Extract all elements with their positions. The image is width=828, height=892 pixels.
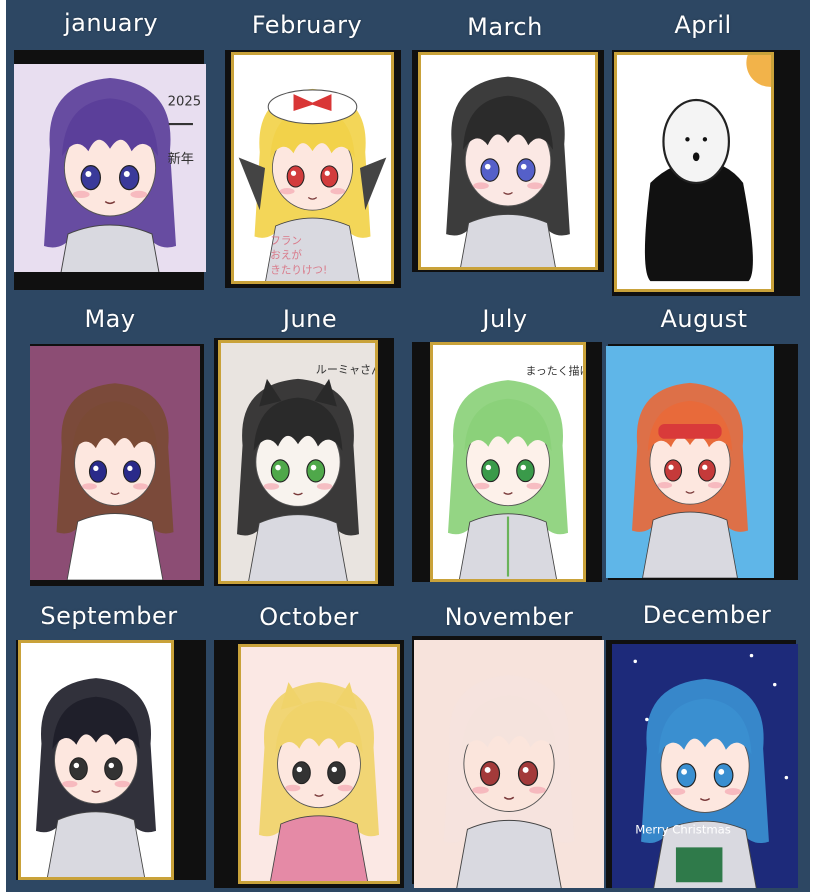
artwork-image: 2025 一新年 [14, 64, 206, 272]
artwork-image [238, 644, 400, 884]
artwork-image: ルーミャさん [218, 340, 378, 584]
drawing-august [606, 346, 774, 578]
drawing-january: 2025一新年 [14, 64, 206, 272]
label-march: March [467, 13, 543, 41]
artwork-image: Merry Christmas [612, 644, 798, 888]
drawing-note-line: フラン [270, 235, 302, 247]
label-february: February [251, 11, 363, 39]
drawing-may [30, 346, 200, 580]
drawing-november [414, 640, 604, 888]
drawing-march [418, 52, 598, 270]
label-april: April [674, 11, 732, 39]
artwork-image [18, 640, 174, 880]
label-january: january [63, 9, 159, 37]
label-december: December [642, 601, 772, 629]
artwork-image: まったく描けない [430, 342, 586, 582]
drawing-february: フランおえがきたりけつ! [231, 52, 394, 284]
drawing-note-line: 新年 [168, 151, 194, 167]
drawing-note-line: まったく描けない [525, 364, 586, 378]
label-august: August [660, 305, 748, 333]
artwork-image: フランおえがきたりけつ! [231, 52, 394, 284]
artwork-image [614, 52, 774, 292]
label-may: May [84, 305, 136, 333]
drawing-september [18, 640, 174, 880]
drawing-april [614, 52, 774, 292]
drawing-note-line: 一 [168, 110, 194, 141]
drawing-note-line: おえが [270, 249, 302, 262]
drawing-note-line: ルーミャさん [316, 363, 378, 376]
artwork-image [30, 346, 200, 580]
drawing-note-line: 2025 [168, 95, 202, 110]
artwork-image [606, 346, 774, 578]
label-july: July [482, 305, 528, 333]
artwork-image [418, 52, 598, 270]
label-september: September [40, 602, 178, 630]
drawing-july: まったく描けない [430, 342, 586, 582]
label-november: November [444, 603, 574, 631]
drawing-october [238, 644, 400, 884]
page-edge [810, 0, 828, 892]
drawing-note-line: きたりけつ! [270, 264, 327, 276]
drawing-june: ルーミャさん [218, 340, 378, 584]
label-october: October [259, 603, 359, 631]
label-june: June [282, 305, 338, 333]
drawing-december: Merry Christmas [612, 644, 798, 888]
artwork-image [414, 640, 604, 888]
drawing-note-line: Merry Christmas [635, 822, 731, 836]
